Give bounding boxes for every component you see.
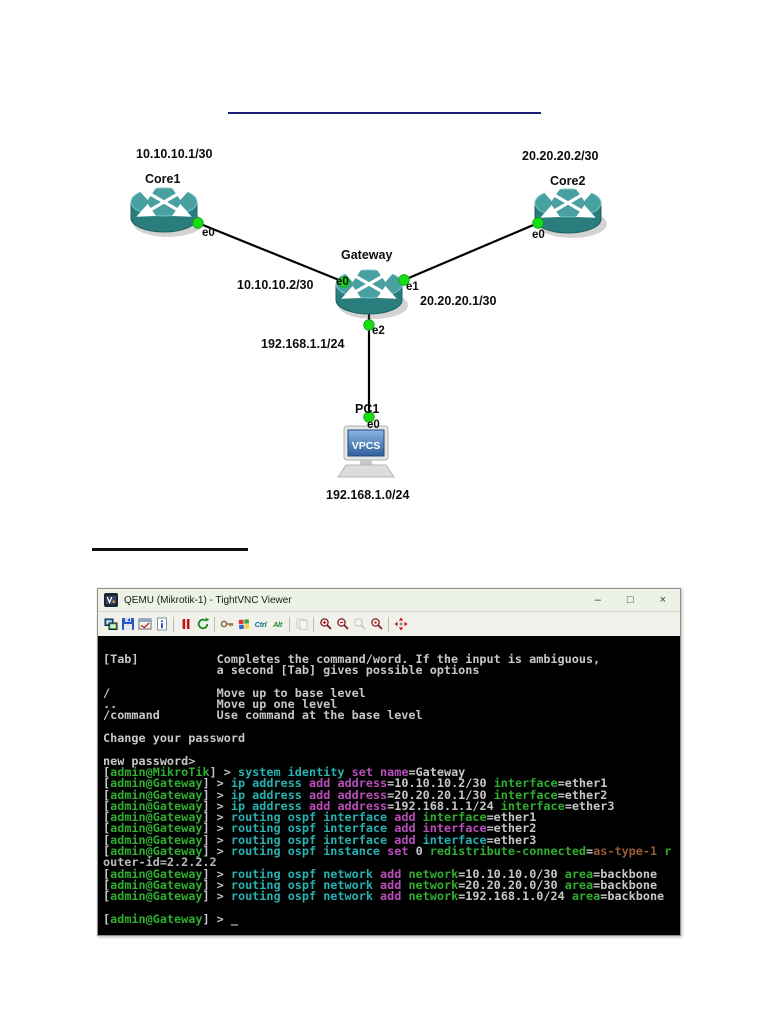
toolbar-separator (388, 616, 389, 632)
window-title: QEMU (Mikrotik-1) - TightVNC Viewer (124, 594, 292, 606)
ctrl-key-icon[interactable]: Ctrl (252, 616, 269, 633)
section-heading-underline (92, 548, 248, 551)
topology-canvas: VPCS (129, 186, 609, 478)
vpcs-label: VPCS (352, 440, 381, 452)
close-button[interactable]: × (660, 594, 666, 606)
label-pc1-port-e0: e0 (367, 419, 380, 431)
window-titlebar[interactable]: QEMU (Mikrotik-1) - TightVNC Viewer – □ … (98, 589, 680, 612)
terminal-output: [Tab] Completes the command/word. If the… (103, 653, 680, 926)
label-gateway-right-ip: 20.20.20.1/30 (420, 294, 497, 308)
terminal-line: /command Use command at the base level (103, 708, 423, 723)
label-gateway-port-e0: e0 (336, 276, 349, 288)
label-core1-ip: 10.10.10.1/30 (136, 147, 213, 161)
terminal-line: [admin@Gateway] > _ (103, 911, 238, 926)
terminal-line: Change your password (103, 731, 246, 746)
zoom-normal-icon (351, 616, 368, 633)
network-topology-diagram: VPCS 10.10.10.1/30 Core1 20.20.20.2/30 Core… (0, 0, 768, 560)
label-lan-subnet: 192.168.1.0/24 (326, 488, 410, 502)
label-gateway-port-e2: e2 (372, 325, 385, 337)
zoom-out-icon[interactable] (334, 616, 351, 633)
connection-info-icon[interactable] (153, 616, 170, 633)
pause-icon[interactable] (177, 616, 194, 633)
toolbar-separator (289, 616, 290, 632)
label-gateway-port-e1: e1 (406, 281, 419, 293)
label-core2-port-e0: e0 (532, 229, 545, 241)
ctrl-key-label: Ctrl (254, 619, 267, 629)
terminal-line: [admin@Gateway] > routing ospf network a… (103, 889, 665, 904)
label-gateway-left-ip: 10.10.10.2/30 (237, 278, 314, 292)
minimize-button[interactable]: – (595, 594, 601, 606)
tightvnc-app-icon (104, 593, 118, 607)
full-screen-icon[interactable] (392, 616, 409, 633)
link-core1-gateway (197, 221, 345, 284)
label-gateway-name: Gateway (341, 248, 393, 262)
ctrl-alt-del-icon[interactable] (218, 616, 235, 633)
document-page: VPCS 10.10.10.1/30 Core1 20.20.20.2/30 Core… (0, 0, 768, 1024)
alt-key-label: Alt (272, 619, 283, 629)
save-session-icon[interactable] (119, 616, 136, 633)
label-core1-port-e0: e0 (202, 227, 215, 239)
terminal-screen[interactable]: [Tab] Completes the command/word. If the… (98, 636, 680, 935)
new-connection-icon[interactable] (102, 616, 119, 633)
toolbar-separator (214, 616, 215, 632)
connection-options-icon[interactable] (136, 616, 153, 633)
label-pc1-name: PC1 (355, 402, 380, 416)
zoom-auto-icon[interactable] (368, 616, 385, 633)
win-key-icon[interactable] (235, 616, 252, 633)
link-core2-gateway (403, 221, 539, 282)
toolbar-separator (173, 616, 174, 632)
refresh-icon[interactable] (194, 616, 211, 633)
pc1-vpcs-icon: VPCS (337, 425, 395, 478)
terminal-line: a second [Tab] gives possible options (103, 663, 480, 678)
toolbar-separator (313, 616, 314, 632)
label-core2-name: Core2 (550, 174, 586, 188)
label-gateway-lan-ip: 192.168.1.1/24 (261, 337, 345, 351)
toolbar: Ctrl Alt (98, 612, 680, 637)
maximize-button[interactable]: □ (627, 594, 634, 606)
label-core1-name: Core1 (145, 172, 181, 186)
label-core2-ip: 20.20.20.2/30 (522, 149, 599, 163)
alt-key-icon[interactable]: Alt (269, 616, 286, 633)
router-core1-icon (129, 186, 205, 239)
window-controls: – □ × (595, 594, 666, 606)
router-core2-icon (533, 187, 609, 240)
file-transfer-icon (293, 616, 310, 633)
zoom-in-icon[interactable] (317, 616, 334, 633)
tightvnc-window: QEMU (Mikrotik-1) - TightVNC Viewer – □ … (97, 588, 681, 936)
